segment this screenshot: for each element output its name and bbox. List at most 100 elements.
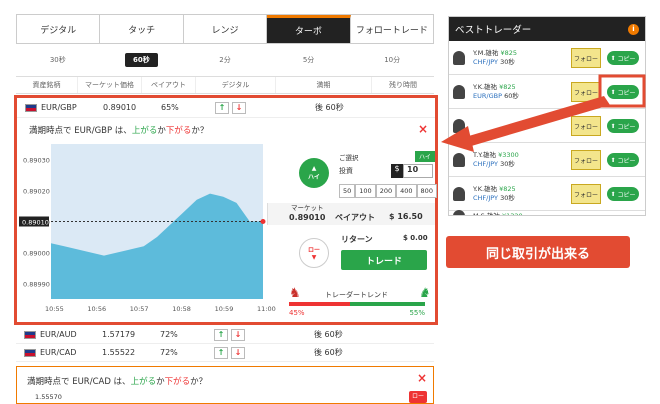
- copy-button[interactable]: ⬆ コピー: [607, 119, 639, 133]
- trader-profit: ¥3300: [498, 150, 519, 159]
- row-eur-cad[interactable]: EUR/CAD 1.55522 72% ↑ ↓ 後 60秒: [16, 344, 434, 362]
- tab-digital[interactable]: デジタル: [17, 15, 101, 43]
- follow-button[interactable]: フォロー: [571, 116, 601, 136]
- avatar-icon: [453, 50, 465, 65]
- copy-icon: ⬆: [610, 190, 616, 198]
- question-down: 下がる: [165, 126, 192, 136]
- question-prefix: 満期時点で EUR/GBP は、: [29, 126, 132, 136]
- avatar-icon: [453, 84, 465, 99]
- current-price-label: 0.89010: [22, 219, 49, 227]
- trader-profit: ¥825: [499, 184, 516, 193]
- x-tick-label: 10:55: [45, 305, 64, 313]
- duration-2m-label: 2分: [219, 56, 231, 64]
- trader-name-line: Y.K.雄祐 ¥825: [473, 83, 519, 92]
- arrow-down-icon[interactable]: ↓: [231, 346, 245, 359]
- copy-label: コピー: [617, 89, 636, 97]
- x-tick-label: 10:59: [215, 305, 234, 313]
- trader-name: Y.K.雄祐: [473, 184, 498, 193]
- x-tick-label: 10:56: [87, 305, 106, 313]
- follow-button[interactable]: フォロー: [571, 184, 601, 204]
- row-eur-aud[interactable]: EUR/AUD 1.57179 72% ↑ ↓ 後 60秒: [16, 326, 434, 344]
- duration-10m[interactable]: 10分: [350, 48, 434, 72]
- duration-5m[interactable]: 5分: [267, 48, 351, 72]
- lower-question-down: 下がる: [164, 377, 191, 387]
- row-price: 1.57179: [102, 330, 136, 339]
- low-button[interactable]: ロー ▼: [299, 238, 329, 268]
- uk-flag-icon: [25, 103, 37, 112]
- close-icon[interactable]: ×: [417, 371, 427, 385]
- return-label: リターン: [341, 235, 373, 244]
- y-tick-label: 0.89020: [23, 188, 50, 196]
- amount-presets: 50 100 200 400 800: [339, 184, 437, 198]
- tab-range[interactable]: レンジ: [183, 15, 268, 43]
- tab-follow-trade[interactable]: フォロートレード: [350, 15, 434, 43]
- trader-pair: EUR/GBP: [473, 91, 502, 100]
- tab-turbo[interactable]: ターボ: [267, 15, 351, 43]
- row-pair: EUR/AUD: [40, 330, 77, 339]
- trader-profit: ¥825: [500, 48, 518, 57]
- high-button[interactable]: ▲ ハイ: [299, 158, 329, 188]
- duration-60s[interactable]: 60秒: [100, 48, 184, 72]
- row-expiry: 後 60秒: [314, 348, 343, 357]
- row-payout: 72%: [160, 348, 178, 357]
- investment-input[interactable]: 10: [403, 164, 433, 178]
- trader-details: Y.M.雄祐 ¥825 CHF/JPY 30秒: [473, 49, 517, 67]
- latest-price-dot: [260, 219, 266, 224]
- trader-name: Y.K.雄祐: [473, 82, 498, 91]
- lower-question-prefix: 満期時点で EUR/CAD は、: [27, 377, 131, 387]
- follow-button[interactable]: フォロー: [571, 150, 601, 170]
- trade-question: 満期時点で EUR/GBP は、上がるか下がるか？: [29, 124, 208, 136]
- question-up: 上がる: [131, 126, 158, 136]
- bull-icon: ♞: [419, 286, 431, 301]
- copy-button[interactable]: ⬆ コピー: [607, 85, 639, 99]
- trader-name-line: M.S.雄祐 ¥1320: [473, 212, 523, 215]
- amount-800[interactable]: 800: [416, 184, 437, 198]
- trader-pair: CHF/JPY: [473, 193, 499, 202]
- lower-low-button[interactable]: ロー: [409, 391, 427, 403]
- tab-touch[interactable]: タッチ: [100, 15, 184, 43]
- arrow-up-icon[interactable]: ↑: [214, 346, 228, 359]
- main-asset-row[interactable]: EUR/GBP 0.89010 65% ↑ ↓ 後 60秒: [17, 98, 435, 118]
- arrow-down-icon[interactable]: ↓: [231, 328, 245, 341]
- trader-row: M.S.雄祐 ¥1320: [449, 209, 645, 215]
- header-expiry: 満期: [276, 77, 372, 93]
- amount-400[interactable]: 400: [396, 184, 417, 198]
- duration-30s[interactable]: 30秒: [16, 48, 100, 72]
- amount-50[interactable]: 50: [339, 184, 356, 198]
- copy-button[interactable]: ⬆ コピー: [607, 153, 639, 167]
- arrow-down-icon[interactable]: ↓: [232, 101, 246, 114]
- lower-question: 満期時点で EUR/CAD は、上がるか下がるか？: [27, 375, 207, 387]
- arrow-up-icon[interactable]: ↑: [214, 328, 228, 341]
- down-arrow-icon: ▼: [311, 254, 317, 261]
- row-payout: 72%: [160, 330, 178, 339]
- callout-label: 同じ取引が出来る: [446, 236, 630, 268]
- trader-details: M.S.雄祐 ¥1320: [473, 212, 523, 215]
- duration-10m-label: 10分: [384, 56, 401, 64]
- duration-5m-label: 5分: [302, 56, 315, 64]
- trader-pair: CHF/JPY: [473, 159, 499, 168]
- eu-flag-icon: [24, 348, 36, 357]
- follow-button[interactable]: フォロー: [571, 82, 601, 102]
- info-icon[interactable]: i: [628, 23, 639, 35]
- best-traders-panel: ベストトレーダー i Y.M.雄祐 ¥825 CHF/JPY 30秒 フォロー ⬆ コピ…: [448, 16, 646, 216]
- arrow-up-icon[interactable]: ↑: [215, 101, 229, 114]
- trader-row: Y.M.雄祐 ¥825 CHF/JPY 30秒 フォロー ⬆ コピー: [449, 41, 645, 75]
- copy-button[interactable]: ⬆ コピー: [607, 51, 639, 65]
- amount-200[interactable]: 200: [375, 184, 397, 198]
- close-icon[interactable]: ×: [418, 122, 428, 136]
- copy-button[interactable]: ⬆ コピー: [607, 187, 639, 201]
- main-pair: EUR/GBP: [41, 103, 77, 112]
- lower-trade-panel: 満期時点で EUR/CAD は、上がるか下がるか？ × 1.55570 ロー: [16, 366, 434, 404]
- row-expiry: 後 60秒: [314, 330, 343, 339]
- amount-100[interactable]: 100: [355, 184, 376, 198]
- trader-name-line: Y.K.雄祐 ¥825: [473, 185, 516, 194]
- trade-button[interactable]: トレード: [341, 250, 427, 270]
- lower-question-suffix: か？: [190, 377, 208, 387]
- copy-label: コピー: [617, 123, 636, 131]
- trader-details: Y.K.雄祐 ¥825 EUR/GBP 60秒: [473, 83, 519, 101]
- trader-duration: 30秒: [500, 57, 515, 66]
- trader-row: T.Y.雄祐 ¥3300 CHF/JPY 30秒 フォロー ⬆ コピー: [449, 143, 645, 177]
- duration-2m[interactable]: 2分: [183, 48, 267, 72]
- trader-pair: CHF/JPY: [473, 57, 499, 66]
- follow-button[interactable]: フォロー: [571, 48, 601, 68]
